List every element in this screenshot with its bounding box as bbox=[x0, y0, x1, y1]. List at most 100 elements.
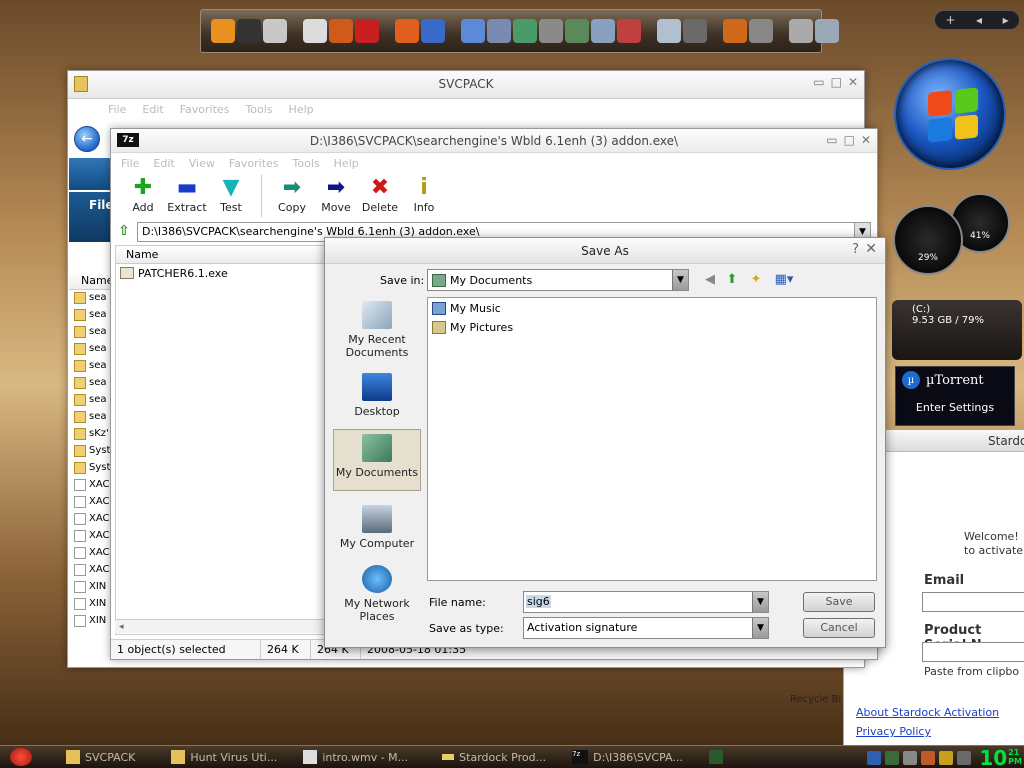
close-button[interactable]: ✕ bbox=[848, 75, 858, 89]
place-my-network-places[interactable]: My Network Places bbox=[333, 561, 421, 625]
fa-tray-icon[interactable] bbox=[867, 751, 882, 765]
horizontal-scrollbar[interactable]: ◂ bbox=[115, 619, 327, 633]
minimize-button[interactable]: ▭ bbox=[826, 133, 837, 147]
taskbar-item-unknown[interactable] bbox=[703, 748, 729, 766]
place-my-documents[interactable]: My Documents bbox=[333, 429, 421, 491]
taskbar-item-svcpack[interactable]: SVCPACK bbox=[60, 748, 141, 766]
menu-edit[interactable]: Edit bbox=[142, 103, 163, 116]
email-field[interactable] bbox=[922, 592, 1024, 612]
chevron-down-icon[interactable]: ▼ bbox=[752, 592, 768, 612]
close-button[interactable]: ✕ bbox=[865, 241, 877, 257]
files-icon[interactable] bbox=[591, 19, 615, 43]
firefox-icon[interactable] bbox=[395, 19, 419, 43]
tools-icon[interactable] bbox=[539, 19, 563, 43]
settings-icon[interactable] bbox=[683, 19, 707, 43]
taskbar-item-sevenzip[interactable]: 7z D:\I386\SVCPA... bbox=[566, 748, 689, 766]
name-column-header[interactable]: Name bbox=[116, 246, 326, 264]
back-icon[interactable]: ◀ bbox=[701, 271, 719, 289]
save-in-select[interactable]: My Documents ▼ bbox=[427, 269, 689, 291]
menu-file[interactable]: File bbox=[108, 103, 126, 116]
menu-file[interactable]: File bbox=[121, 157, 139, 170]
info-button[interactable]: i Info bbox=[406, 175, 442, 214]
extract-button[interactable]: ▬ Extract bbox=[167, 175, 206, 214]
new-folder-icon[interactable]: ✦ bbox=[747, 271, 765, 289]
file-name-input[interactable]: sig6 ▼ bbox=[523, 591, 769, 613]
svcpack-titlebar[interactable]: SVCPACK ▭ □ ✕ bbox=[68, 71, 864, 99]
recycle-bin-label[interactable]: Recycle Bi bbox=[790, 694, 841, 705]
delete-button[interactable]: ✖ Delete bbox=[362, 175, 398, 214]
place-desktop[interactable]: Desktop bbox=[333, 369, 421, 433]
gallery-icon[interactable] bbox=[657, 19, 681, 43]
start-button[interactable] bbox=[10, 748, 32, 766]
menu-tools[interactable]: Tools bbox=[293, 157, 320, 170]
view-menu-icon[interactable]: ▦▾ bbox=[771, 271, 797, 289]
cancel-button[interactable]: Cancel bbox=[803, 618, 875, 638]
tray-icon[interactable] bbox=[921, 751, 936, 765]
paste-from-clipboard-link[interactable]: Paste from clipbo bbox=[924, 665, 1019, 678]
chevron-down-icon[interactable]: ▼ bbox=[752, 618, 768, 638]
move-button[interactable]: ➡ Move bbox=[318, 175, 354, 214]
about-stardock-activation-link[interactable]: About Stardock Activation bbox=[856, 706, 999, 719]
privacy-policy-link[interactable]: Privacy Policy bbox=[856, 725, 931, 738]
maximize-button[interactable]: □ bbox=[844, 133, 855, 147]
sevenzip-titlebar[interactable]: 7z D:\I386\SVCPACK\searchengine's Wbld 6… bbox=[111, 129, 877, 153]
copy-button[interactable]: ➡ Copy bbox=[274, 175, 310, 214]
menu-favorites[interactable]: Favorites bbox=[229, 157, 279, 170]
list-item[interactable]: PATCHER6.1.exe bbox=[116, 264, 326, 282]
up-folder-icon[interactable]: ⬆ bbox=[723, 271, 741, 289]
trash-icon[interactable] bbox=[815, 19, 839, 43]
chevron-down-icon[interactable]: ▼ bbox=[672, 270, 688, 290]
pencil-icon[interactable] bbox=[617, 19, 641, 43]
place-my-recent-documents[interactable]: My Recent Documents bbox=[333, 297, 421, 361]
utorrent-widget[interactable]: µ µTorrent Enter Settings bbox=[895, 366, 1015, 426]
add-button[interactable]: ✚ Add bbox=[125, 175, 161, 214]
tray-icon[interactable] bbox=[939, 751, 954, 765]
taskbar-item-intro-wmv[interactable]: intro.wmv - M... bbox=[297, 748, 414, 766]
utorrent-enter-settings[interactable]: Enter Settings bbox=[896, 401, 1014, 414]
minimize-button[interactable]: ▭ bbox=[813, 75, 824, 89]
back-arrow-icon[interactable]: ← bbox=[74, 126, 100, 152]
menu-favorites[interactable]: Favorites bbox=[180, 103, 230, 116]
flash-icon[interactable] bbox=[263, 19, 287, 43]
save-button[interactable]: Save bbox=[803, 592, 875, 612]
taskbar-item-stardock[interactable]: Stardock Prod... bbox=[436, 748, 552, 766]
winamp-icon[interactable] bbox=[723, 19, 747, 43]
serial-field[interactable] bbox=[922, 642, 1024, 662]
menu-edit[interactable]: Edit bbox=[153, 157, 174, 170]
321-player-icon[interactable] bbox=[237, 19, 261, 43]
test-button[interactable]: ▼ Test bbox=[213, 175, 249, 214]
menu-help[interactable]: Help bbox=[334, 157, 359, 170]
menu-help[interactable]: Help bbox=[289, 103, 314, 116]
list-item[interactable]: My Pictures bbox=[428, 319, 876, 336]
save-type-select[interactable]: Activation signature ▼ bbox=[523, 617, 769, 639]
place-my-computer[interactable]: My Computer bbox=[333, 501, 421, 565]
up-folder-icon[interactable]: ⇧ bbox=[115, 223, 133, 241]
calculator-icon[interactable] bbox=[487, 19, 511, 43]
bluetooth-icon[interactable] bbox=[421, 19, 445, 43]
folder-icon[interactable] bbox=[513, 19, 537, 43]
network-tray-icon[interactable] bbox=[885, 751, 900, 765]
menu-view[interactable]: View bbox=[189, 157, 215, 170]
close-button[interactable]: ✕ bbox=[861, 133, 871, 147]
desktop-controls[interactable]: + ◂ ▸ bbox=[934, 10, 1020, 30]
map-icon[interactable] bbox=[565, 19, 589, 43]
notes-icon[interactable] bbox=[461, 19, 485, 43]
windows-orb[interactable] bbox=[894, 58, 1006, 170]
prev-desktop-button[interactable]: ◂ bbox=[976, 13, 982, 27]
power-icon[interactable] bbox=[749, 19, 773, 43]
disc-icon[interactable] bbox=[303, 19, 327, 43]
next-desktop-button[interactable]: ▸ bbox=[1003, 13, 1009, 27]
menu-tools[interactable]: Tools bbox=[245, 103, 272, 116]
add-desktop-button[interactable]: + bbox=[945, 13, 955, 27]
books-icon[interactable] bbox=[355, 19, 379, 43]
list-item[interactable]: My Music bbox=[428, 300, 876, 317]
help-button[interactable]: ? bbox=[852, 242, 859, 257]
maximize-button[interactable]: □ bbox=[831, 75, 842, 89]
media-player-icon[interactable] bbox=[211, 19, 235, 43]
back-icon[interactable] bbox=[789, 19, 813, 43]
volume-icon[interactable] bbox=[957, 751, 972, 765]
tray-icon[interactable] bbox=[903, 751, 918, 765]
clock[interactable]: 10 21 PM bbox=[979, 748, 1022, 768]
taskbar-item-hunt-virus[interactable]: Hunt Virus Uti... bbox=[165, 748, 283, 766]
paint-icon[interactable] bbox=[329, 19, 353, 43]
